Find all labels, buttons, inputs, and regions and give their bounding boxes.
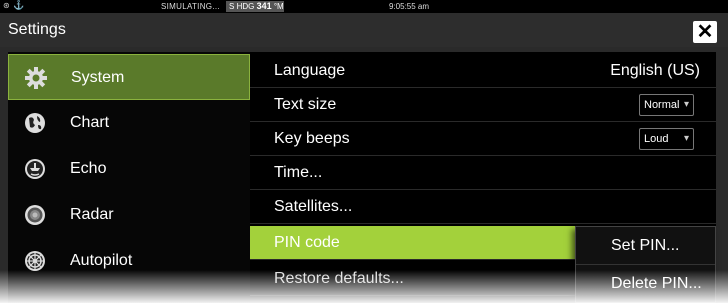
settings-category-list: System Chart Echo Radar Autopilot <box>8 52 250 303</box>
helm-icon <box>25 251 45 271</box>
anchor-icon: ⚓ <box>13 0 25 10</box>
menu-item-label: Autopilot <box>70 252 133 269</box>
echo-icon <box>25 159 45 179</box>
radar-icon <box>25 205 45 225</box>
page-title: Settings <box>8 21 66 38</box>
key-beeps-value: Loud <box>644 133 669 145</box>
setting-label: Text size <box>274 96 337 113</box>
popup-item-label: Set PIN... <box>611 237 680 254</box>
pin-options-popup: Set PIN... Delete PIN... <box>575 226 716 303</box>
text-size-dropdown[interactable]: Normal ▾ <box>639 94 694 116</box>
text-size-value: Normal <box>644 99 680 111</box>
setting-label: Satellites... <box>274 198 353 215</box>
close-button[interactable]: ✕ <box>693 21 717 43</box>
status-bar: ⊛ ⚓ SIMULATING... S HDG 341 °M 9:05:55 a… <box>0 0 728 13</box>
setting-row-text-size[interactable]: Text size Normal ▾ <box>250 88 716 122</box>
simulating-label: SIMULATING... <box>161 2 220 11</box>
menu-item-label: Chart <box>70 114 110 131</box>
delete-pin-option[interactable]: Delete PIN... <box>576 265 715 303</box>
language-value: English (US) <box>610 62 700 79</box>
menu-item-label: System <box>71 69 125 86</box>
setting-row-time[interactable]: Time... <box>250 156 716 190</box>
menu-item-autopilot[interactable]: Autopilot <box>8 238 250 284</box>
globe-icon <box>25 113 45 133</box>
menu-item-echo[interactable]: Echo <box>8 146 250 192</box>
menu-item-label: Echo <box>70 160 107 177</box>
setting-label: Time... <box>274 164 323 181</box>
setting-row-key-beeps[interactable]: Key beeps Loud ▾ <box>250 122 716 156</box>
menu-item-radar[interactable]: Radar <box>8 192 250 238</box>
title-bar: Settings <box>0 13 728 47</box>
dropdown-arrow-icon: ▾ <box>683 133 689 144</box>
setting-label: Restore defaults... <box>274 270 404 287</box>
settings-small-icon: ⊛ <box>3 1 10 10</box>
heading-readout: S HDG 341 °M <box>226 1 284 12</box>
setting-row-language[interactable]: Language English (US) <box>250 54 716 88</box>
setting-label: Language <box>274 62 346 79</box>
popup-item-label: Delete PIN... <box>611 275 702 292</box>
gear-icon <box>25 67 47 89</box>
menu-item-chart[interactable]: Chart <box>8 100 250 146</box>
setting-row-satellites[interactable]: Satellites... <box>250 190 716 224</box>
dropdown-arrow-icon: ▾ <box>683 99 689 110</box>
setting-label: Key beeps <box>274 130 350 147</box>
key-beeps-dropdown[interactable]: Loud ▾ <box>639 128 694 150</box>
set-pin-option[interactable]: Set PIN... <box>576 227 715 265</box>
setting-label: PIN code <box>274 234 340 251</box>
menu-item-system[interactable]: System <box>8 54 250 100</box>
close-icon: ✕ <box>696 21 714 43</box>
clock: 9:05:55 am <box>389 2 430 11</box>
menu-item-label: Radar <box>70 206 114 223</box>
